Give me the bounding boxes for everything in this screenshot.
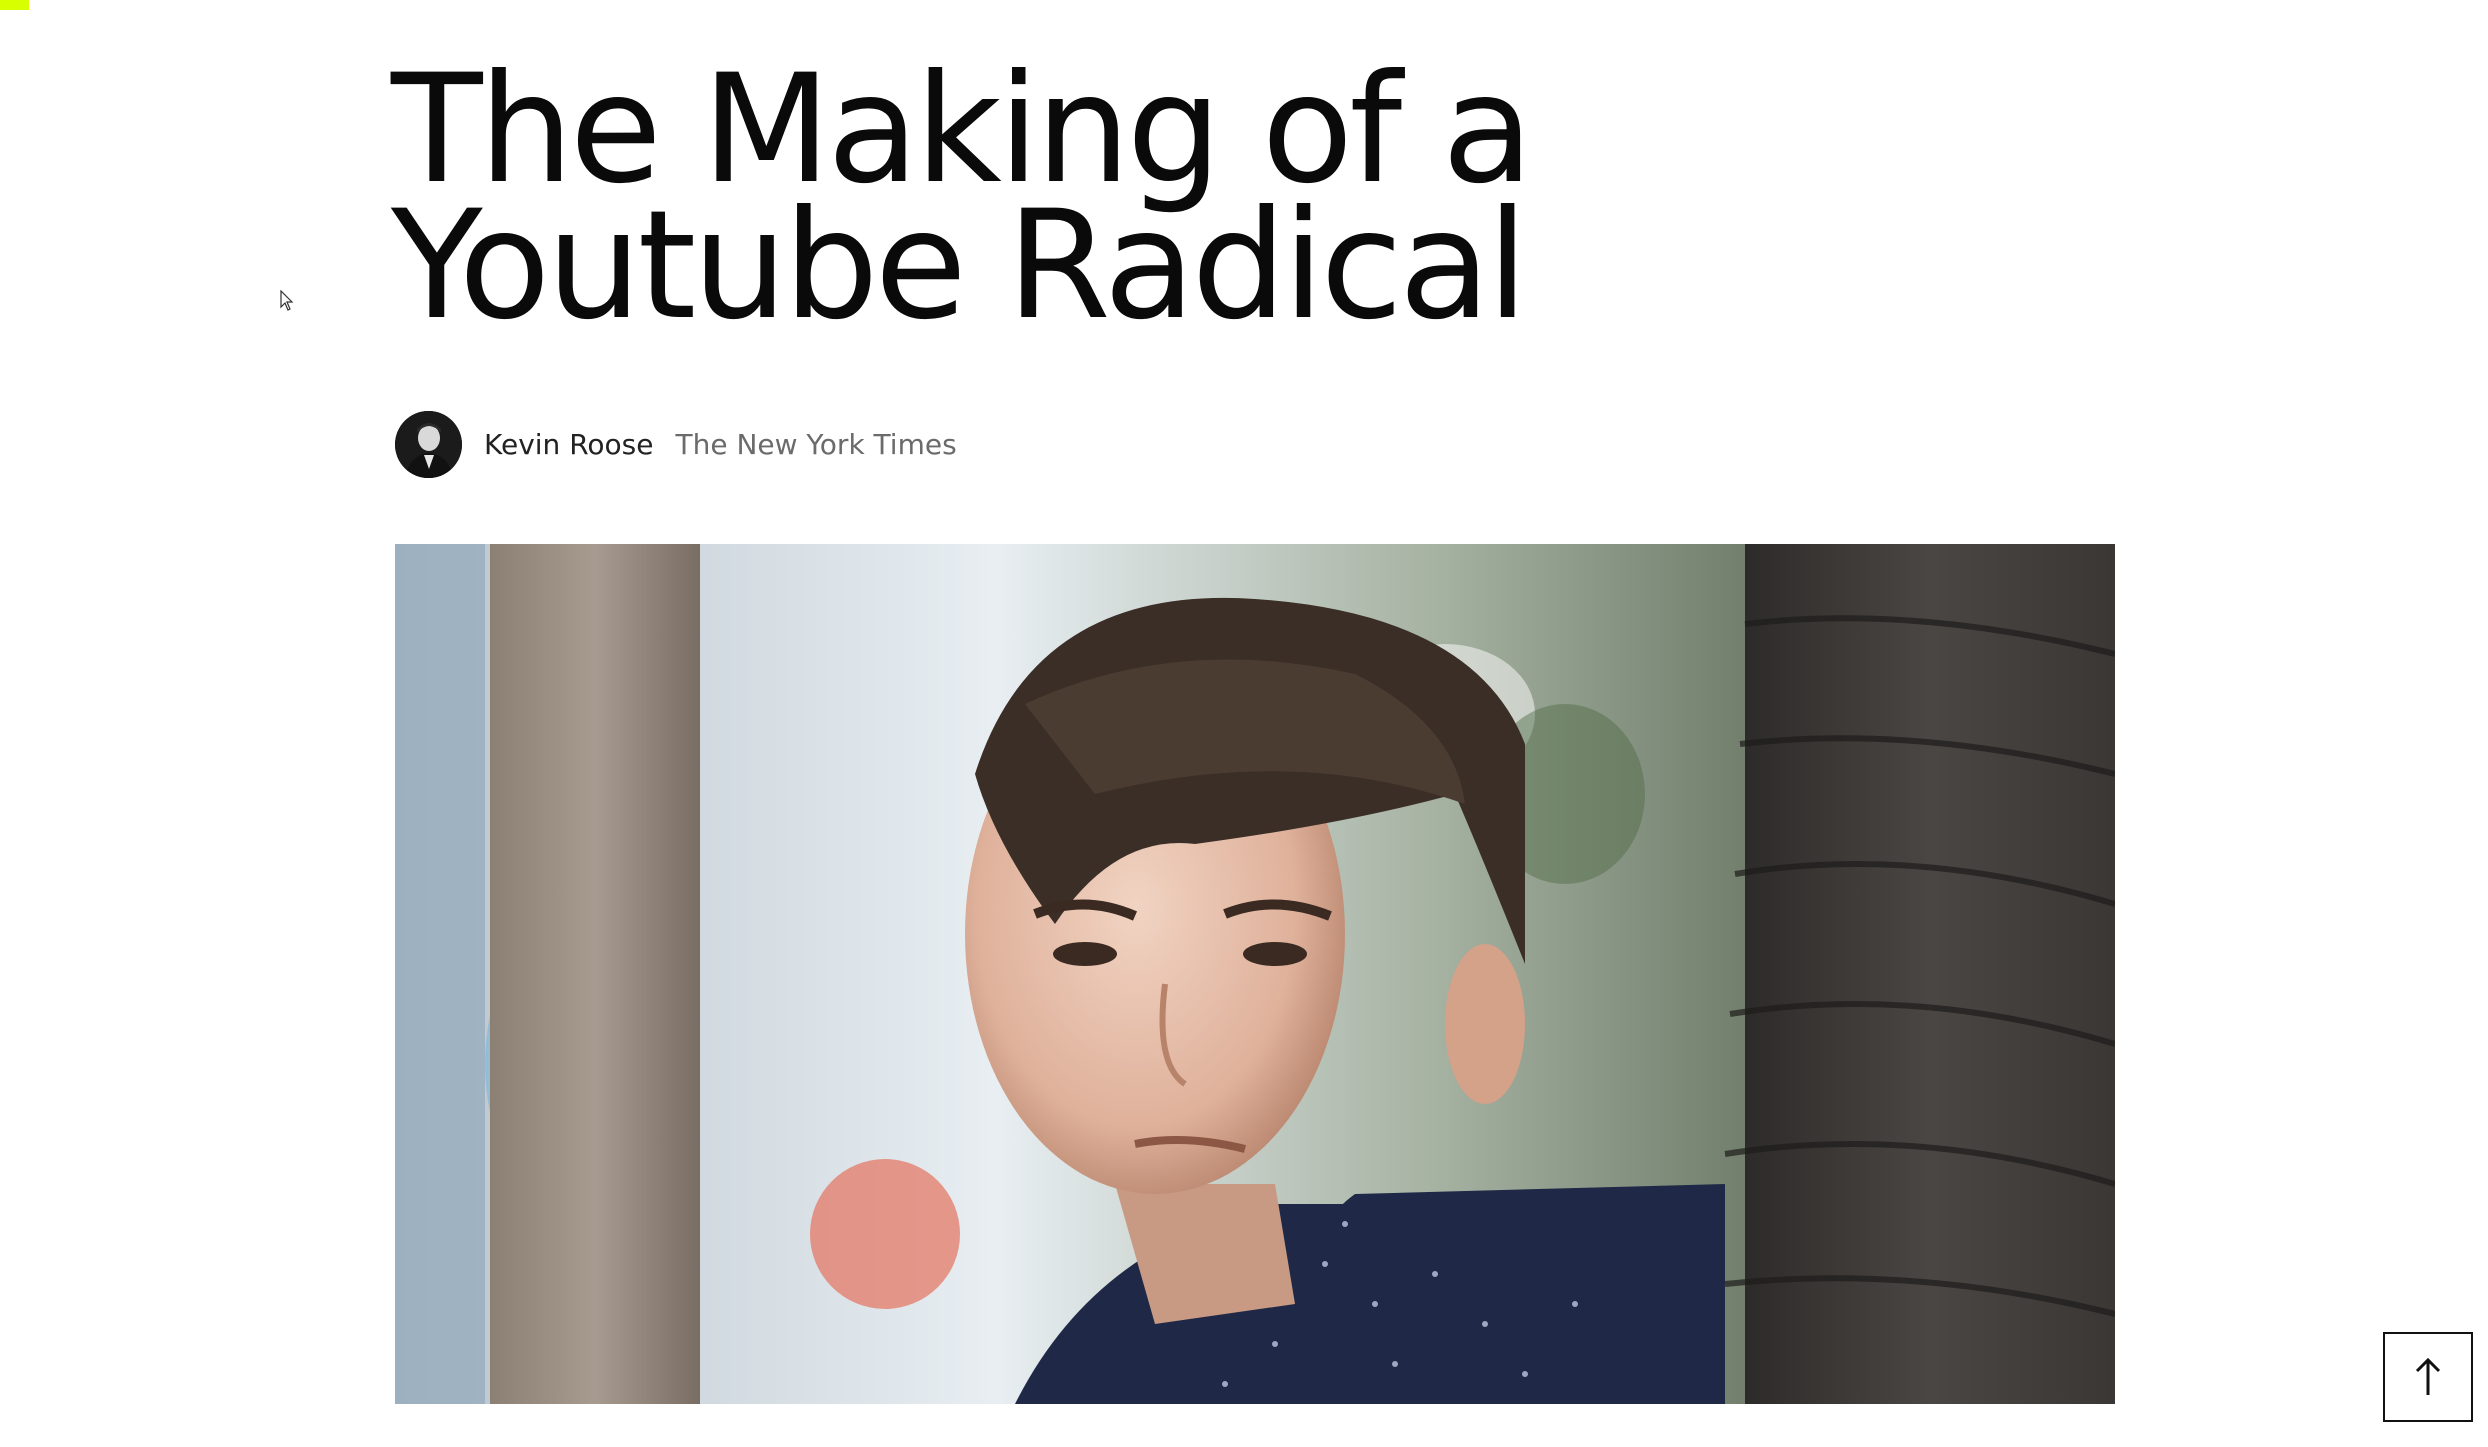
- publication-name[interactable]: The New York Times: [675, 428, 956, 461]
- article-title: The Making of a Youtube Radical: [391, 43, 1534, 353]
- author-name[interactable]: Kevin Roose: [484, 428, 653, 461]
- byline: Kevin Roose The New York Times: [395, 410, 957, 478]
- hero-image: [395, 544, 2115, 1404]
- arrow-up-icon: [2415, 1357, 2441, 1395]
- accent-bar: [0, 0, 29, 10]
- mouse-pointer-icon: [280, 290, 294, 311]
- author-avatar[interactable]: [395, 410, 462, 478]
- back-to-top-button[interactable]: [2383, 1332, 2473, 1422]
